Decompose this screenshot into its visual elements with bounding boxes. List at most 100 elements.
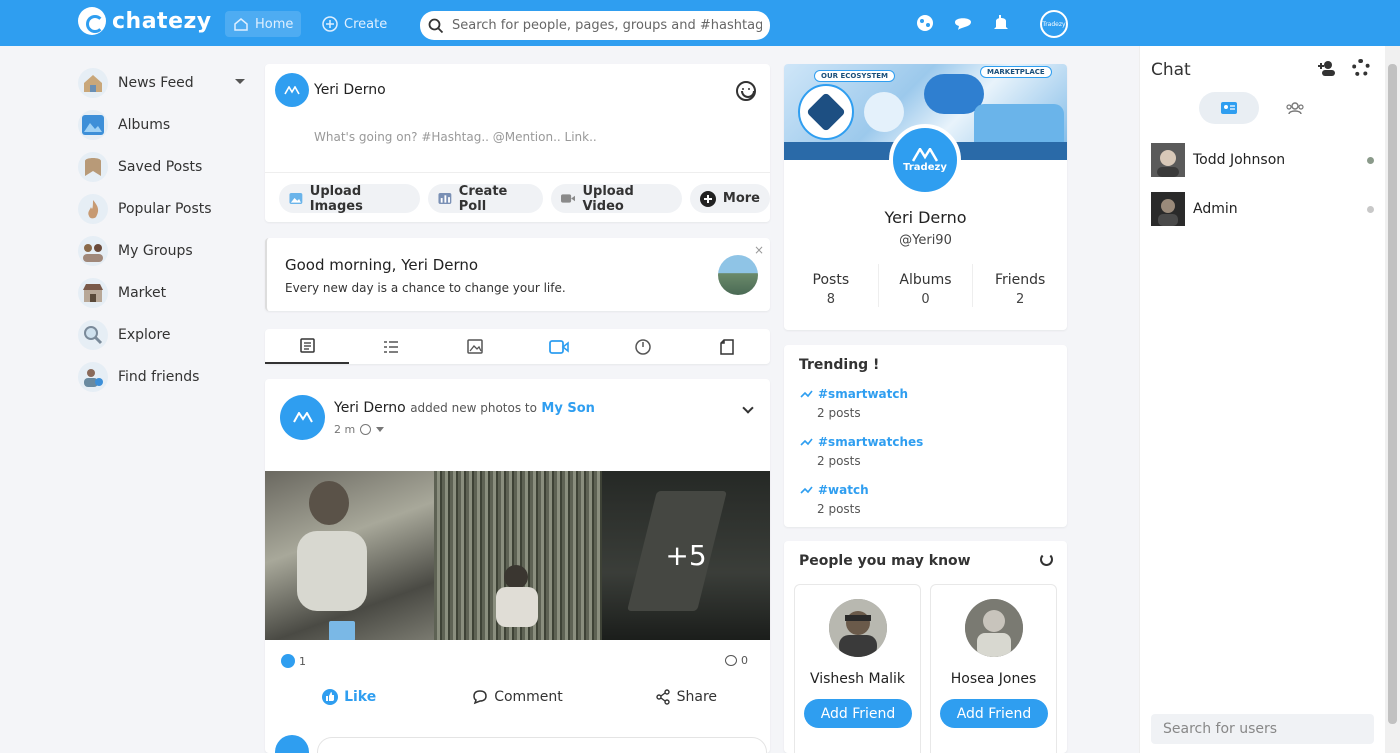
- trending-count: 2 posts: [817, 502, 861, 516]
- stat-friends[interactable]: Friends 2: [973, 264, 1067, 307]
- messages-icon[interactable]: [953, 13, 973, 33]
- tab-contacts[interactable]: [1199, 92, 1259, 124]
- sidebar-item-popular-posts[interactable]: Popular Posts: [78, 188, 253, 230]
- comment-input[interactable]: [317, 737, 767, 753]
- tab-music[interactable]: [601, 329, 685, 364]
- sidebar-item-explore[interactable]: Explore: [78, 314, 253, 356]
- greeting-card: Good morning, Yeri Derno Every new day i…: [265, 238, 770, 311]
- add-friend-button[interactable]: Add Friend: [804, 699, 912, 728]
- tab-videos[interactable]: [517, 329, 601, 364]
- tab-all-posts[interactable]: [265, 329, 349, 364]
- add-friend-button[interactable]: Add Friend: [940, 699, 1048, 728]
- user-avatar[interactable]: Tradezy: [1040, 10, 1068, 38]
- home-icon: [234, 18, 248, 31]
- comment-button[interactable]: Comment: [433, 689, 601, 705]
- nav-home-label: Home: [255, 16, 294, 32]
- post-meta: 2 m: [334, 423, 385, 436]
- more-photos-overlay[interactable]: +5: [602, 471, 770, 640]
- nav-home-button[interactable]: Home: [225, 11, 302, 37]
- post-photo[interactable]: +5: [602, 471, 770, 640]
- status-badge: [1367, 157, 1374, 164]
- sidebar-item-market[interactable]: Market: [78, 272, 253, 314]
- sidebar-item-saved-posts[interactable]: Saved Posts: [78, 146, 253, 188]
- caret-down-icon[interactable]: [376, 427, 385, 432]
- composer-input[interactable]: What's going on? #Hashtag.. @Mention.. L…: [314, 130, 597, 144]
- sidebar-item-my-groups[interactable]: My Groups: [78, 230, 253, 272]
- chevron-down-icon[interactable]: [742, 402, 754, 414]
- sidebar-item-find-friends[interactable]: Find friends: [78, 356, 253, 398]
- suggestion-name[interactable]: Hosea Jones: [931, 671, 1056, 687]
- tab-list[interactable]: [349, 329, 433, 364]
- like-button[interactable]: Like: [265, 689, 433, 705]
- close-icon[interactable]: ×: [754, 244, 764, 256]
- search-bar[interactable]: [420, 11, 770, 40]
- profile-name[interactable]: Yeri Derno: [784, 208, 1067, 227]
- more-button[interactable]: More: [689, 184, 770, 213]
- stat-albums[interactable]: Albums 0: [879, 264, 974, 307]
- stat-label: Posts: [812, 272, 850, 288]
- chat-user-avatar: [1151, 143, 1185, 177]
- refresh-icon[interactable]: [1040, 553, 1053, 566]
- profile-handle: @Yeri90: [899, 233, 952, 248]
- post-photo[interactable]: [265, 471, 434, 640]
- file-icon: [720, 338, 734, 355]
- trending-up-icon: [800, 438, 813, 446]
- notifications-icon[interactable]: [991, 13, 1011, 33]
- globe-icon: [360, 424, 372, 435]
- greeting-illustration: [718, 255, 758, 295]
- tab-photos[interactable]: [433, 329, 517, 364]
- profile-avatar[interactable]: Tradezy: [889, 124, 961, 196]
- tab-files[interactable]: [685, 329, 769, 364]
- sidebar-item-news-feed[interactable]: News Feed: [78, 62, 253, 104]
- tradezy-logo-icon: [284, 85, 300, 94]
- greeting-title: Good morning, Yeri Derno: [285, 256, 479, 274]
- post-author-avatar[interactable]: [280, 395, 325, 440]
- suggestion-avatar[interactable]: [965, 599, 1023, 657]
- sidebar-item-label: Find friends: [118, 369, 200, 385]
- share-label: Share: [676, 689, 718, 705]
- share-button[interactable]: Share: [602, 689, 770, 705]
- trending-item[interactable]: #watch 2 posts: [800, 483, 869, 516]
- emoji-icon[interactable]: [736, 81, 756, 101]
- trending-item[interactable]: #smartwatch 2 posts: [800, 387, 908, 420]
- plus-circle-icon: [699, 190, 716, 207]
- gear-icon[interactable]: [1352, 59, 1370, 77]
- nav-create-button[interactable]: Create: [322, 11, 387, 37]
- add-user-icon[interactable]: [1317, 60, 1337, 76]
- post-author-name[interactable]: Yeri Derno: [334, 400, 406, 416]
- post-album-link[interactable]: My Son: [541, 401, 595, 416]
- suggestion-name[interactable]: Vishesh Malik: [795, 671, 920, 687]
- post-photo-grid: +5: [265, 471, 770, 640]
- globe-icon[interactable]: [915, 13, 935, 33]
- tab-groups[interactable]: [1265, 92, 1325, 124]
- sidebar-item-label: Market: [118, 285, 167, 301]
- find-friends-icon: [78, 362, 108, 392]
- popular-posts-icon: [78, 194, 108, 224]
- trending-up-icon: [800, 390, 813, 398]
- chat-search-input[interactable]: [1151, 714, 1374, 744]
- scrollbar-thumb[interactable]: [1388, 64, 1397, 724]
- upload-video-button[interactable]: Upload Video: [550, 184, 682, 214]
- chat-user[interactable]: Todd Johnson: [1151, 143, 1285, 177]
- sidebar-item-albums[interactable]: Albums: [78, 104, 253, 146]
- scrollbar[interactable]: [1385, 46, 1400, 753]
- logo[interactable]: chatezy: [78, 7, 212, 35]
- albums-icon: [78, 110, 108, 140]
- stat-label: Albums: [899, 272, 952, 288]
- upload-images-button[interactable]: Upload Images: [279, 184, 420, 214]
- like-count: 1: [299, 654, 306, 668]
- chat-user[interactable]: Admin: [1151, 192, 1238, 226]
- image-icon: [289, 192, 303, 205]
- suggestion-avatar[interactable]: [829, 599, 887, 657]
- chevron-down-icon[interactable]: [235, 79, 245, 84]
- chat-user-avatar: [1151, 192, 1185, 226]
- cover-label-ecosystem: OUR ECOSYSTEM: [814, 70, 896, 82]
- create-poll-button[interactable]: Create Poll: [428, 184, 543, 214]
- trending-item[interactable]: #smartwatches 2 posts: [800, 435, 923, 468]
- comment-count[interactable]: 0: [725, 654, 748, 667]
- stat-posts[interactable]: Posts 8: [784, 264, 879, 307]
- reaction-count[interactable]: 1: [281, 654, 306, 668]
- post-photo[interactable]: [434, 471, 602, 640]
- search-input[interactable]: [452, 18, 762, 33]
- saved-posts-icon: [78, 152, 108, 182]
